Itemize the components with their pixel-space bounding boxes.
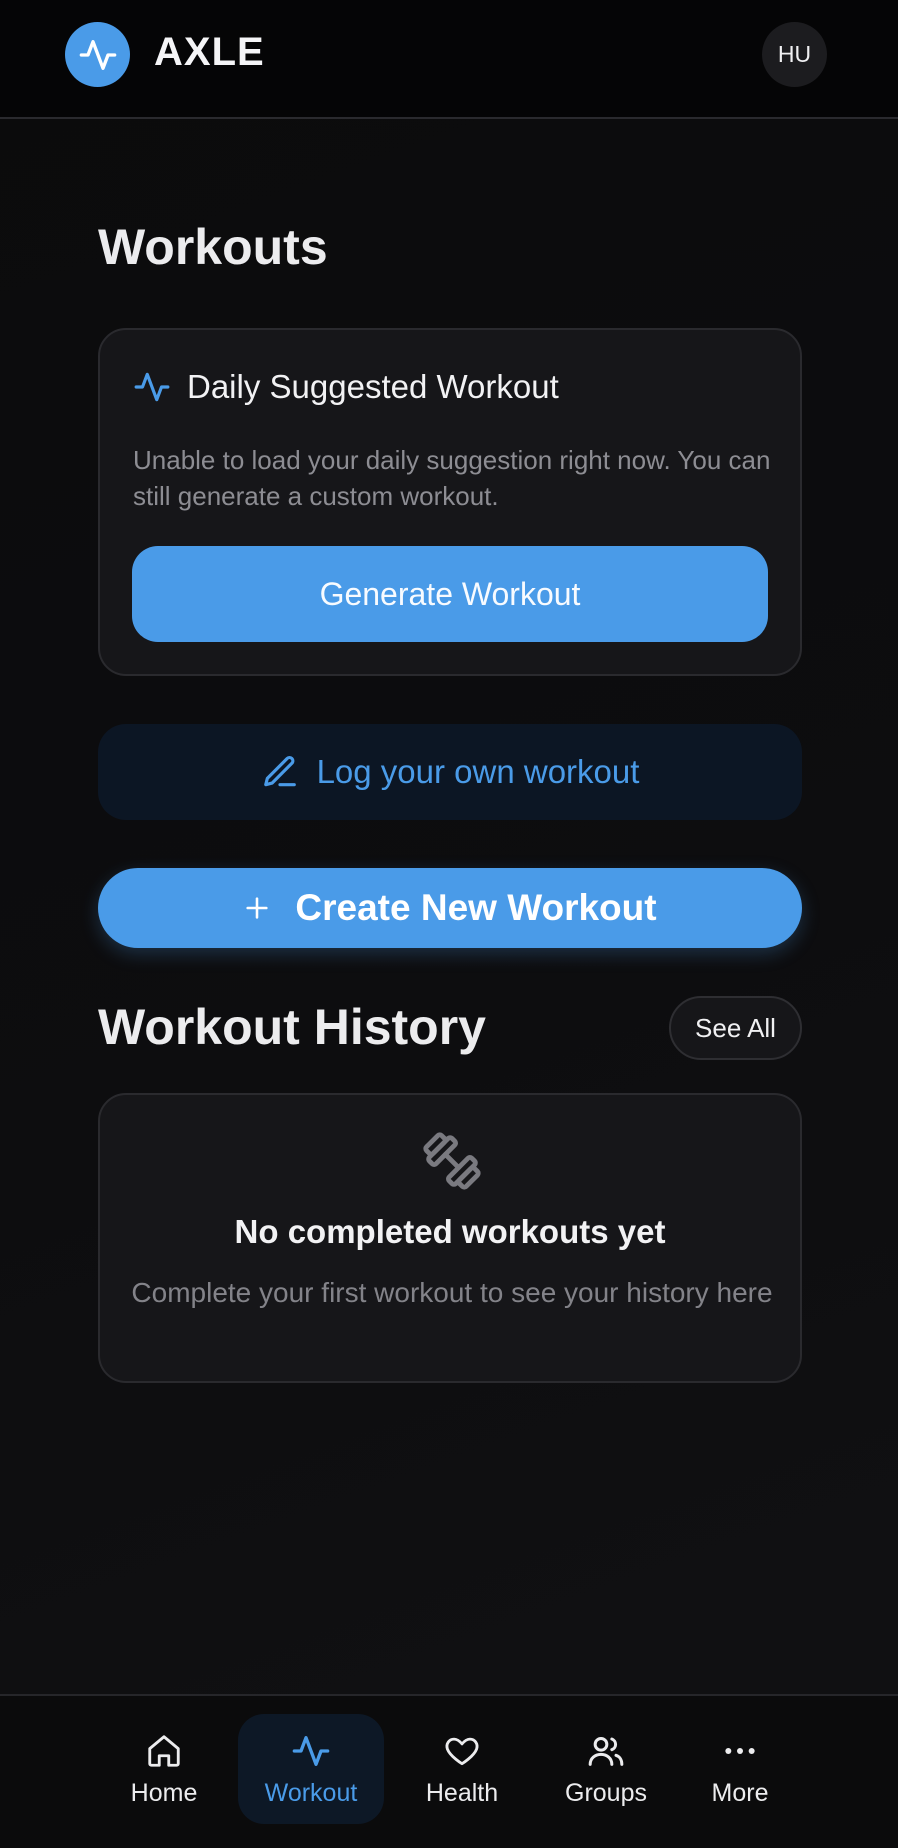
- daily-suggestion-card: Daily Suggested Workout Unable to load y…: [98, 328, 802, 676]
- log-own-workout-button[interactable]: Log your own workout: [98, 724, 802, 820]
- create-new-workout-button[interactable]: Create New Workout: [98, 868, 802, 948]
- empty-history-message: Complete your first workout to see your …: [131, 1277, 773, 1308]
- see-all-button[interactable]: See All: [669, 996, 802, 1060]
- nav-item-groups[interactable]: Groups: [548, 1714, 664, 1824]
- workout-history-title: Workout History: [98, 999, 486, 1055]
- nav-item-home[interactable]: Home: [106, 1714, 222, 1824]
- empty-history-title: No completed workouts yet: [234, 1213, 666, 1250]
- nav-item-label: Health: [425, 1778, 499, 1807]
- create-new-workout-label: Create New Workout: [295, 887, 657, 928]
- nav-item-label: Workout: [264, 1778, 358, 1807]
- workouts-screen: AXLE HU Workouts Daily Suggested Workout…: [0, 0, 898, 1848]
- bottom-navigation: Home Workout Health Groups More: [0, 1694, 898, 1848]
- app-header: AXLE HU: [0, 0, 898, 119]
- activity-pulse-icon: [79, 39, 116, 70]
- nav-item-label: More: [711, 1778, 769, 1807]
- app-logo[interactable]: [65, 22, 130, 87]
- pencil-icon: [263, 756, 296, 787]
- nav-item-label: Home: [130, 1778, 198, 1807]
- plus-icon: [246, 897, 269, 919]
- nav-item-label: Groups: [565, 1778, 647, 1807]
- home-icon: [148, 1734, 180, 1767]
- page-title: Workouts: [98, 219, 328, 275]
- activity-pulse-icon: [134, 372, 170, 402]
- app-title: AXLE: [154, 30, 265, 74]
- heart-icon: [445, 1737, 479, 1765]
- daily-suggestion-message: Unable to load your daily suggestion rig…: [133, 445, 771, 511]
- workout-history-empty-card: No completed workouts yet Complete your …: [98, 1093, 802, 1383]
- daily-suggestion-header: Daily Suggested Workout: [133, 368, 559, 406]
- nav-item-workout[interactable]: Workout: [238, 1714, 384, 1824]
- daily-suggestion-title: Daily Suggested Workout: [187, 368, 559, 405]
- dumbbell-icon: [423, 1132, 481, 1190]
- activity-pulse-icon: [292, 1735, 330, 1766]
- generate-workout-button[interactable]: Generate Workout: [132, 546, 768, 642]
- user-avatar[interactable]: HU: [762, 22, 827, 87]
- users-icon: [588, 1736, 624, 1766]
- log-own-workout-label: Log your own workout: [316, 753, 640, 790]
- nav-item-more[interactable]: More: [682, 1714, 798, 1824]
- nav-item-health[interactable]: Health: [404, 1714, 520, 1824]
- more-dots-icon: [725, 1747, 755, 1754]
